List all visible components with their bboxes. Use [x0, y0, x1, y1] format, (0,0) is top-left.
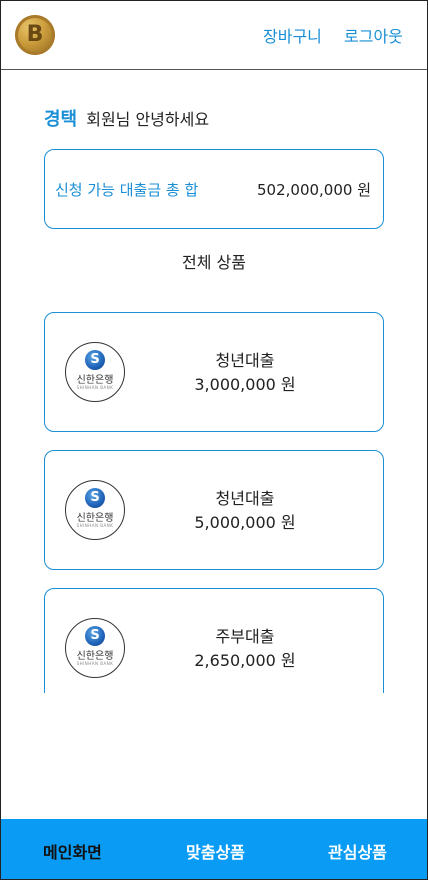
product-title: 청년대출: [215, 351, 275, 370]
bank-name: 신한은행: [76, 513, 114, 524]
header: B 장바구니 로그아웃: [1, 1, 427, 70]
greeting: 경택 회원님 안녕하세요: [44, 105, 209, 131]
product-amount: 3,000,000 원: [194, 375, 296, 394]
section-title: 전체 상품: [182, 253, 246, 272]
shinhan-mark-icon: [85, 488, 105, 508]
shinhan-mark-icon: [85, 626, 105, 646]
loan-total-value: 502,000,000 원: [257, 181, 371, 199]
app-screen: B 장바구니 로그아웃 경택 회원님 안녕하세요 신청 가능 대출금 총 합 5…: [0, 0, 428, 880]
loan-total-summary: 신청 가능 대출금 총 합 502,000,000 원: [44, 149, 384, 229]
tab-recommended[interactable]: 맞춤상품: [186, 839, 245, 863]
tab-main[interactable]: 메인화면: [43, 839, 102, 863]
bottom-navigation: 메인화면 맞춤상품 관심상품: [1, 819, 427, 879]
product-list[interactable]: 신한은행 SHINHAN BANK 청년대출 3,000,000 원 신한은행 …: [1, 301, 427, 693]
shinhan-bank-logo-icon: 신한은행 SHINHAN BANK: [65, 618, 125, 678]
bank-name: 신한은행: [76, 651, 114, 662]
cart-link[interactable]: 장바구니: [263, 23, 322, 47]
product-card[interactable]: 신한은행 SHINHAN BANK 청년대출 5,000,000 원: [44, 450, 384, 570]
product-amount: 5,000,000 원: [194, 513, 296, 532]
bitcoin-logo-icon[interactable]: B: [15, 15, 55, 55]
bank-subtitle: SHINHAN BANK: [76, 661, 114, 666]
tab-favorites[interactable]: 관심상품: [328, 839, 387, 863]
bank-subtitle: SHINHAN BANK: [76, 523, 114, 528]
greeting-message: 회원님 안녕하세요: [86, 110, 210, 129]
shinhan-bank-logo-icon: 신한은행 SHINHAN BANK: [65, 480, 125, 540]
bank-subtitle: SHINHAN BANK: [76, 385, 114, 390]
loan-total-label: 신청 가능 대출금 총 합: [55, 181, 199, 199]
bank-name: 신한은행: [76, 375, 114, 386]
product-card[interactable]: 신한은행 SHINHAN BANK 청년대출 3,000,000 원: [44, 312, 384, 432]
product-title: 청년대출: [215, 489, 275, 508]
shinhan-bank-logo-icon: 신한은행 SHINHAN BANK: [65, 342, 125, 402]
user-name: 경택: [44, 109, 78, 130]
shinhan-mark-icon: [85, 350, 105, 370]
logout-link[interactable]: 로그아웃: [344, 23, 403, 47]
logo-glyph: B: [26, 22, 44, 47]
product-card[interactable]: 신한은행 SHINHAN BANK 주부대출 2,650,000 원: [44, 588, 384, 693]
product-amount: 2,650,000 원: [194, 651, 296, 670]
product-title: 주부대출: [215, 627, 275, 646]
